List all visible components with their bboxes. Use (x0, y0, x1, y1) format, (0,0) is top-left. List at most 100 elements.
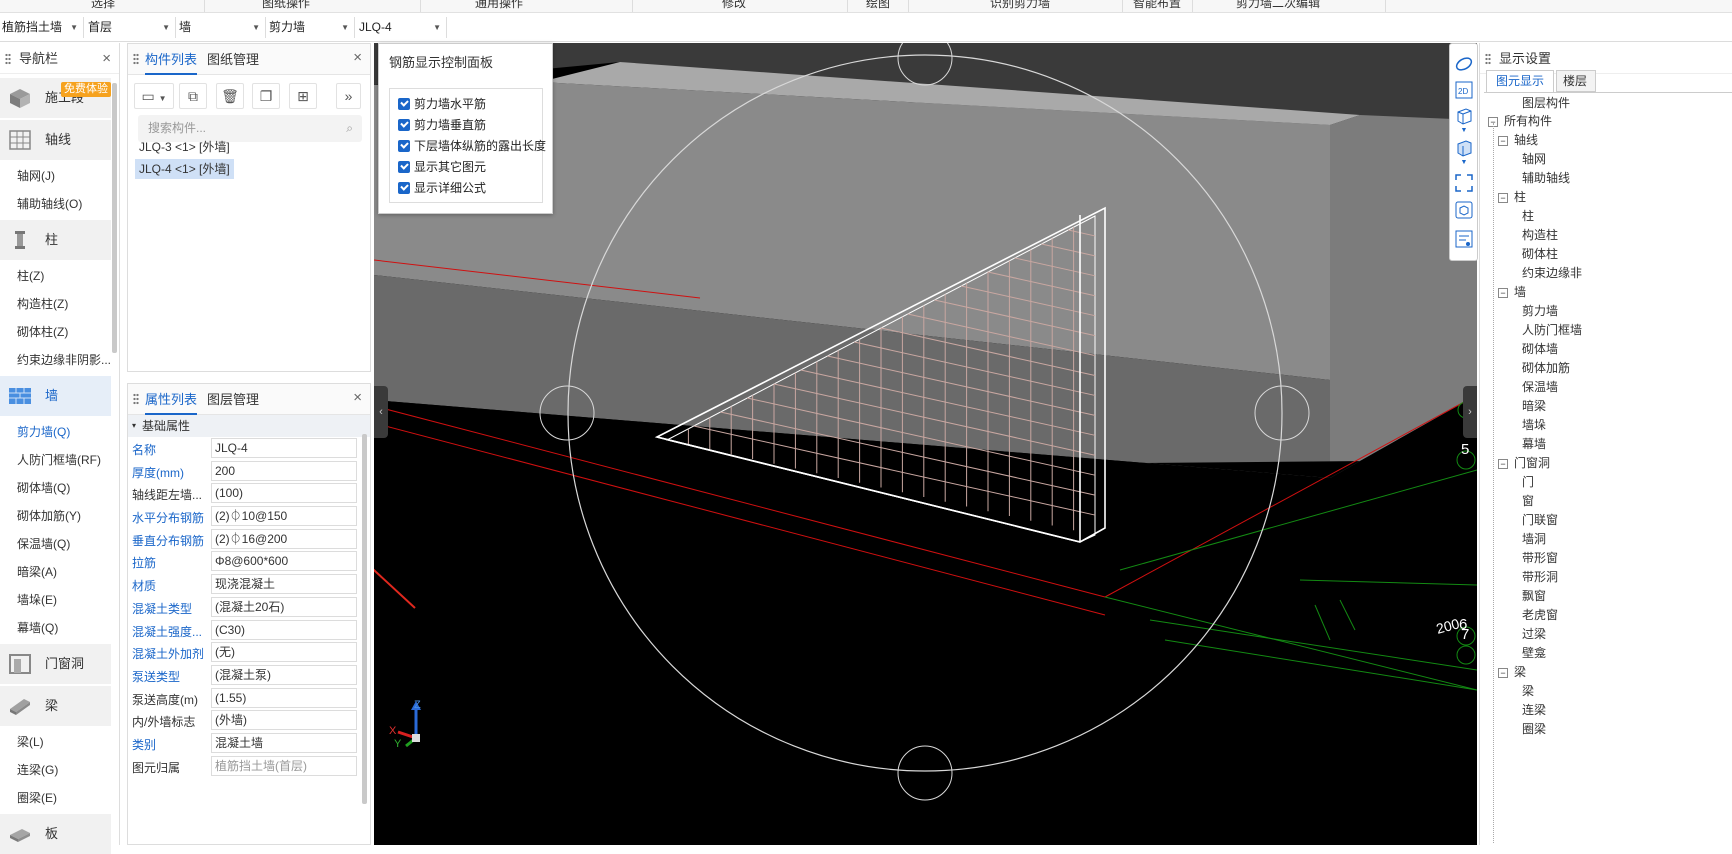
tree-node[interactable]: 壁龛 (1522, 644, 1546, 663)
tree-node[interactable]: 轴网 (1522, 150, 1546, 169)
checkbox-show-other[interactable]: 显示其它图元 (398, 158, 486, 176)
nav-item-ring-beam[interactable]: 圈梁(E) (0, 784, 119, 812)
property-value[interactable]: (混凝土20石) (211, 596, 357, 617)
nav-item-masonry-wall[interactable]: 砌体墙(Q) (0, 474, 119, 502)
menu-modify[interactable]: 修改 (722, 0, 746, 11)
nav-item-aux-axis[interactable]: 辅助轴线(O) (0, 190, 119, 218)
tree-node[interactable]: 墙垛 (1522, 416, 1546, 435)
orbit-icon[interactable] (1454, 54, 1474, 74)
tree-node[interactable]: 构造柱 (1522, 226, 1558, 245)
nav-item-constraint-edge[interactable]: 约束边缘非阴影... (0, 346, 119, 374)
tab-drawing-management[interactable]: 图纸管理 (207, 44, 259, 75)
drag-handle-icon[interactable] (1485, 53, 1491, 65)
nav-item-coupling-beam[interactable]: 连梁(G) (0, 756, 119, 784)
menu-draw[interactable]: 绘图 (866, 0, 890, 11)
tree-node[interactable]: − 柱 (1498, 188, 1526, 207)
nav-item-structural-column[interactable]: 构造柱(Z) (0, 290, 119, 318)
tree-node[interactable]: 砌体柱 (1522, 245, 1558, 264)
property-value[interactable]: 植筋挡土墙(首层) (211, 755, 357, 776)
duplicate-button[interactable]: ❐ (252, 83, 280, 109)
drag-handle-icon[interactable] (133, 393, 139, 405)
nav-group-door-window[interactable]: 门窗洞 (0, 644, 111, 684)
chevron-down-icon[interactable]: ▼ (1454, 158, 1474, 168)
checkbox-exposed-length[interactable]: 下层墙体纵筋的露出长度 (398, 137, 546, 155)
tree-node[interactable]: − 轴线 (1498, 131, 1538, 150)
fullscreen-icon[interactable] (1454, 173, 1474, 193)
checkbox-show-formula[interactable]: 显示详细公式 (398, 179, 486, 197)
tree-node[interactable]: 辅助轴线 (1522, 169, 1570, 188)
tree-node[interactable]: 圈梁 (1522, 720, 1546, 739)
tree-node[interactable]: 人防门框墙 (1522, 321, 1582, 340)
nav-item-wall-pier[interactable]: 墙垛(E) (0, 586, 119, 614)
property-value[interactable]: 现浇混凝土 (211, 574, 357, 595)
component-item-selected[interactable]: JLQ-4 <1> [外墙] (135, 159, 234, 179)
nav-group-axis[interactable]: 轴线 (0, 120, 111, 160)
nav-group-slab[interactable]: 板 (0, 814, 111, 854)
tree-node[interactable]: − 所有构件 (1488, 112, 1552, 131)
tree-node[interactable]: 剪力墙 (1522, 302, 1558, 321)
tree-node[interactable]: 柱 (1522, 207, 1534, 226)
tree-node[interactable]: 保温墙 (1522, 378, 1558, 397)
component-select[interactable]: JLQ-4 ▼ (355, 17, 447, 38)
tree-node[interactable]: 带形洞 (1522, 568, 1558, 587)
property-value[interactable]: (2)⏀16@200 (211, 528, 357, 549)
property-value[interactable]: (C30) (211, 619, 357, 640)
nav-item-curtain-wall[interactable]: 幕墙(Q) (0, 614, 119, 642)
view-cube-icon[interactable] (1454, 200, 1474, 220)
menu-smart-layout[interactable]: 智能布置 (1133, 0, 1181, 11)
tree-node[interactable]: 带形窗 (1522, 549, 1558, 568)
checkbox-vertical-rebar[interactable]: 剪力墙垂直筋 (398, 116, 486, 134)
import-button[interactable]: ⊞ (289, 83, 317, 109)
tab-component-list[interactable]: 构件列表 (145, 44, 198, 75)
property-value[interactable]: JLQ-4 (211, 438, 357, 458)
tree-node[interactable]: − 门窗洞 (1498, 454, 1550, 473)
menu-identify-wall[interactable]: 识别剪力墙 (990, 0, 1050, 11)
menu-wall-edit[interactable]: 剪力墙二次编辑 (1236, 0, 1320, 11)
3d-box-icon[interactable] (1454, 106, 1474, 126)
collapse-icon[interactable]: − (1498, 459, 1508, 469)
nav-item-masonry-reinforcement[interactable]: 砌体加筋(Y) (0, 502, 119, 530)
nav-item-column[interactable]: 柱(Z) (0, 262, 119, 290)
tree-node[interactable]: 老虎窗 (1522, 606, 1558, 625)
delete-button[interactable]: 🗑 (216, 83, 244, 109)
tree-node[interactable]: 飘窗 (1522, 587, 1546, 606)
property-scrollbar[interactable] (362, 434, 367, 804)
collapse-icon[interactable]: − (1498, 288, 1508, 298)
tree-node[interactable]: 门 (1522, 473, 1534, 492)
type-select[interactable]: 剪力墙 ▼ (265, 17, 355, 38)
property-value[interactable]: (2)⏀10@150 (211, 506, 357, 527)
close-icon[interactable]: × (102, 43, 111, 74)
tree-node[interactable]: 梁 (1522, 682, 1534, 701)
property-value[interactable]: (1.55) (211, 687, 357, 708)
collapse-icon[interactable]: − (1498, 668, 1508, 678)
drag-handle-icon[interactable] (133, 53, 139, 65)
nav-item-shear-wall[interactable]: 剪力墙(Q) (0, 418, 119, 446)
2d-view-icon[interactable]: 2D (1454, 80, 1474, 100)
tree-node[interactable]: 暗梁 (1522, 397, 1546, 416)
tree-node[interactable]: 幕墙 (1522, 435, 1546, 454)
menu-common-ops[interactable]: 通用操作 (475, 0, 523, 11)
property-value[interactable]: Φ8@600*600 (211, 551, 357, 572)
collapse-icon[interactable]: − (1498, 136, 1508, 146)
new-component-button[interactable]: ▭ ▼ (134, 83, 174, 109)
menu-drawing-ops[interactable]: 图纸操作 (262, 0, 310, 11)
tab-element-display[interactable]: 图元显示 (1486, 70, 1554, 92)
nav-group-section[interactable]: 施工段 免费体验 (0, 78, 111, 118)
tab-layer-management[interactable]: 图层管理 (207, 384, 259, 415)
property-value[interactable]: 混凝土墙 (211, 732, 357, 753)
nav-group-wall[interactable]: 墙 (0, 376, 111, 416)
display-list-icon[interactable] (1454, 229, 1474, 249)
checkbox-horizontal-rebar[interactable]: 剪力墙水平筋 (398, 95, 486, 113)
tree-node[interactable]: 约束边缘非 (1522, 264, 1582, 283)
chevron-down-icon[interactable]: ▼ (1454, 126, 1474, 136)
tree-node[interactable]: − 梁 (1498, 663, 1526, 682)
tab-property-list[interactable]: 属性列表 (145, 384, 198, 415)
property-value[interactable]: (外墙) (211, 710, 357, 731)
nav-group-column[interactable]: 柱 (0, 220, 111, 260)
floor-select[interactable]: 首层 ▼ (84, 17, 176, 38)
tree-node[interactable]: 砌体加筋 (1522, 359, 1570, 378)
menu-select[interactable]: 选择 (91, 0, 115, 11)
tree-node[interactable]: 窗 (1522, 492, 1534, 511)
property-value[interactable]: 200 (211, 460, 357, 481)
tree-node[interactable]: 门联窗 (1522, 511, 1558, 530)
